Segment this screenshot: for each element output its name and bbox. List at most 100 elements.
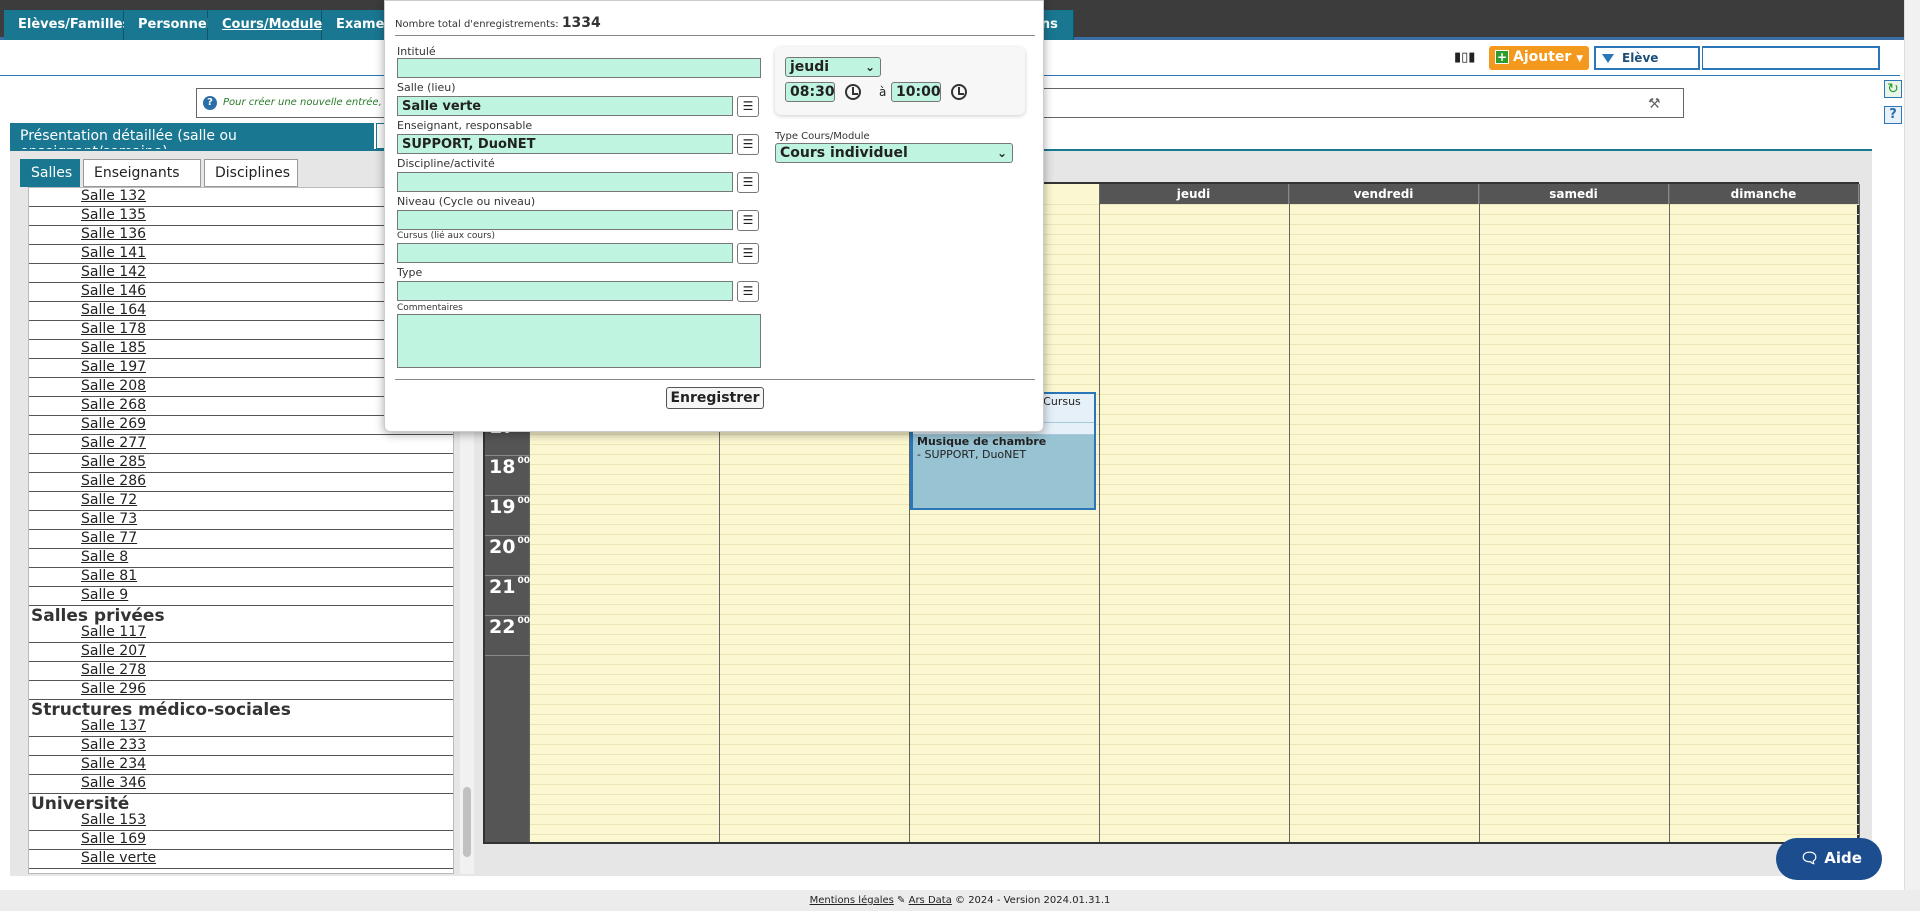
list-icon[interactable]: ☰ — [737, 281, 759, 302]
room-label[interactable]: Salle 72 — [81, 492, 137, 508]
room-label[interactable]: Salle 132 — [81, 188, 146, 204]
room-label[interactable]: Salle 286 — [81, 473, 146, 489]
discipline-field[interactable] — [397, 172, 733, 192]
room-label[interactable]: Salle 117 — [81, 624, 146, 640]
list-icon[interactable]: ☰ — [737, 172, 759, 193]
cursus-field[interactable] — [397, 243, 733, 263]
room-list-item[interactable]: Salle 207 — [29, 643, 453, 662]
legal-link[interactable]: Mentions légales — [810, 895, 894, 906]
list-icon[interactable]: ☰ — [737, 134, 759, 155]
room-list-item[interactable]: Salle 233 — [29, 737, 453, 756]
clock-icon[interactable] — [845, 84, 861, 100]
room-label[interactable]: Salle 285 — [81, 454, 146, 470]
tools-icon[interactable]: ⚒ — [1648, 96, 1661, 112]
search-input[interactable] — [1702, 46, 1880, 70]
room-label[interactable]: Salle 296 — [81, 681, 146, 697]
room-list-item[interactable]: Salle 286 — [29, 473, 453, 492]
help-icon[interactable]: ? — [1884, 106, 1902, 124]
room-label[interactable]: Salle 269 — [81, 416, 146, 432]
room-label[interactable]: Salle 153 — [81, 812, 146, 828]
room-label[interactable]: Salle 233 — [81, 737, 146, 753]
tab-enseignants[interactable]: Enseignants — [83, 159, 201, 187]
commentaires-field[interactable] — [397, 314, 761, 368]
room-label[interactable]: Salle 169 — [81, 831, 146, 847]
room-list-item[interactable]: Salle 137 — [29, 718, 453, 737]
room-label[interactable]: Salle 77 — [81, 530, 137, 546]
room-label[interactable]: Salle 207 — [81, 643, 146, 659]
room-list-item[interactable]: Salle 169 — [29, 831, 453, 850]
room-label[interactable]: Salle 9 — [81, 587, 128, 603]
room-label[interactable]: Salle 185 — [81, 340, 146, 356]
room-label[interactable]: Salle 234 — [81, 756, 146, 772]
course-type-select[interactable]: Cours individuel ⌄ — [775, 143, 1013, 163]
room-list-item[interactable]: Salle 73 — [29, 511, 453, 530]
save-button[interactable]: Enregistrer — [666, 387, 764, 409]
room-label[interactable]: Salle 73 — [81, 511, 137, 527]
clock-icon[interactable] — [951, 84, 967, 100]
brand-link[interactable]: Ars Data — [909, 895, 952, 906]
room-label[interactable]: Salle 141 — [81, 245, 146, 261]
list-icon[interactable]: ☰ — [737, 210, 759, 231]
tab-presentation-detaillee[interactable]: Présentation détaillée (salle ou enseign… — [10, 123, 374, 160]
room-label[interactable]: Salle 178 — [81, 321, 146, 337]
room-list-item[interactable]: Salle 153 — [29, 812, 453, 831]
room-label[interactable]: Salle 137 — [81, 718, 146, 734]
day-header: vendredi — [1289, 184, 1479, 204]
day-select[interactable]: jeudi ⌄ — [785, 57, 881, 77]
room-label[interactable]: Salle 164 — [81, 302, 146, 318]
page-scrollbar[interactable] — [1904, 0, 1920, 890]
list-icon[interactable]: ☰ — [737, 96, 759, 117]
total-value: 1334 — [561, 15, 601, 31]
room-list-item[interactable]: Salle 117 — [29, 624, 453, 643]
room-label[interactable]: Salle 277 — [81, 435, 146, 451]
room-list-item[interactable]: Salle 8 — [29, 549, 453, 568]
room-label[interactable]: Salle 146 — [81, 283, 146, 299]
room-list-item[interactable]: Salle 9 — [29, 587, 453, 606]
room-list-item[interactable]: Salle 296 — [29, 681, 453, 700]
enseignant-field[interactable]: SUPPORT, DuoNET — [397, 134, 733, 154]
refresh-icon[interactable]: ↻ — [1884, 80, 1902, 98]
add-button[interactable]: + Ajouter ▼ — [1489, 46, 1589, 70]
type-field[interactable] — [397, 281, 733, 301]
search-type-select[interactable]: Elève — [1594, 46, 1700, 70]
nav-tab-personnel[interactable]: Personnel — [124, 10, 211, 40]
barcode-icon[interactable]: ▮▯▮ — [1454, 50, 1475, 65]
room-list-item[interactable]: Salle 346 — [29, 775, 453, 794]
room-label[interactable]: Salle 346 — [81, 775, 146, 791]
room-label[interactable]: Salle 197 — [81, 359, 146, 375]
start-time-field[interactable]: 08:30 — [785, 82, 835, 102]
tab-disciplines[interactable]: Disciplines — [204, 159, 298, 187]
scroll-thumb[interactable] — [463, 787, 471, 857]
nav-tab-examens[interactable]: Examens — [322, 10, 401, 40]
hour-minutes: 00 — [517, 576, 530, 586]
room-list-item[interactable]: Salle 278 — [29, 662, 453, 681]
room-list-item[interactable]: Salle 234 — [29, 756, 453, 775]
room-list-item[interactable]: Salle verte — [29, 850, 453, 869]
list-icon[interactable]: ☰ — [737, 243, 759, 264]
grid-line — [529, 644, 1859, 645]
room-label[interactable]: Salle 136 — [81, 226, 146, 242]
end-time-field[interactable]: 10:00 — [891, 82, 941, 102]
room-label[interactable]: Salle 278 — [81, 662, 146, 678]
room-list-item[interactable]: Salle 277 — [29, 435, 453, 454]
room-list-item[interactable]: Salle 285 — [29, 454, 453, 473]
room-list-item[interactable]: Salle 77 — [29, 530, 453, 549]
niveau-field[interactable] — [397, 210, 733, 230]
room-list-item[interactable]: Salle 81 — [29, 568, 453, 587]
room-label[interactable]: Salle 8 — [81, 549, 128, 565]
room-label[interactable]: Salle 135 — [81, 207, 146, 223]
nav-tab-cours-modules[interactable]: Cours/Modules — [208, 10, 330, 40]
room-label[interactable]: Salle verte — [81, 850, 156, 866]
room-label[interactable]: Salle 142 — [81, 264, 146, 280]
intitule-field[interactable] — [397, 58, 761, 78]
day-divider — [1479, 184, 1480, 842]
hour-minutes: 00 — [517, 616, 530, 626]
room-label[interactable]: Salle 268 — [81, 397, 146, 413]
room-label[interactable]: Salle 208 — [81, 378, 146, 394]
room-list-item[interactable]: Salle 72 — [29, 492, 453, 511]
salle-field[interactable]: Salle verte — [397, 96, 733, 116]
help-chat-button[interactable]: 🗨 Aide — [1776, 838, 1882, 880]
nav-tab-eleves-familles[interactable]: Elèves/Familles — [4, 10, 130, 40]
room-label[interactable]: Salle 81 — [81, 568, 137, 584]
tab-salles[interactable]: Salles — [20, 159, 80, 187]
